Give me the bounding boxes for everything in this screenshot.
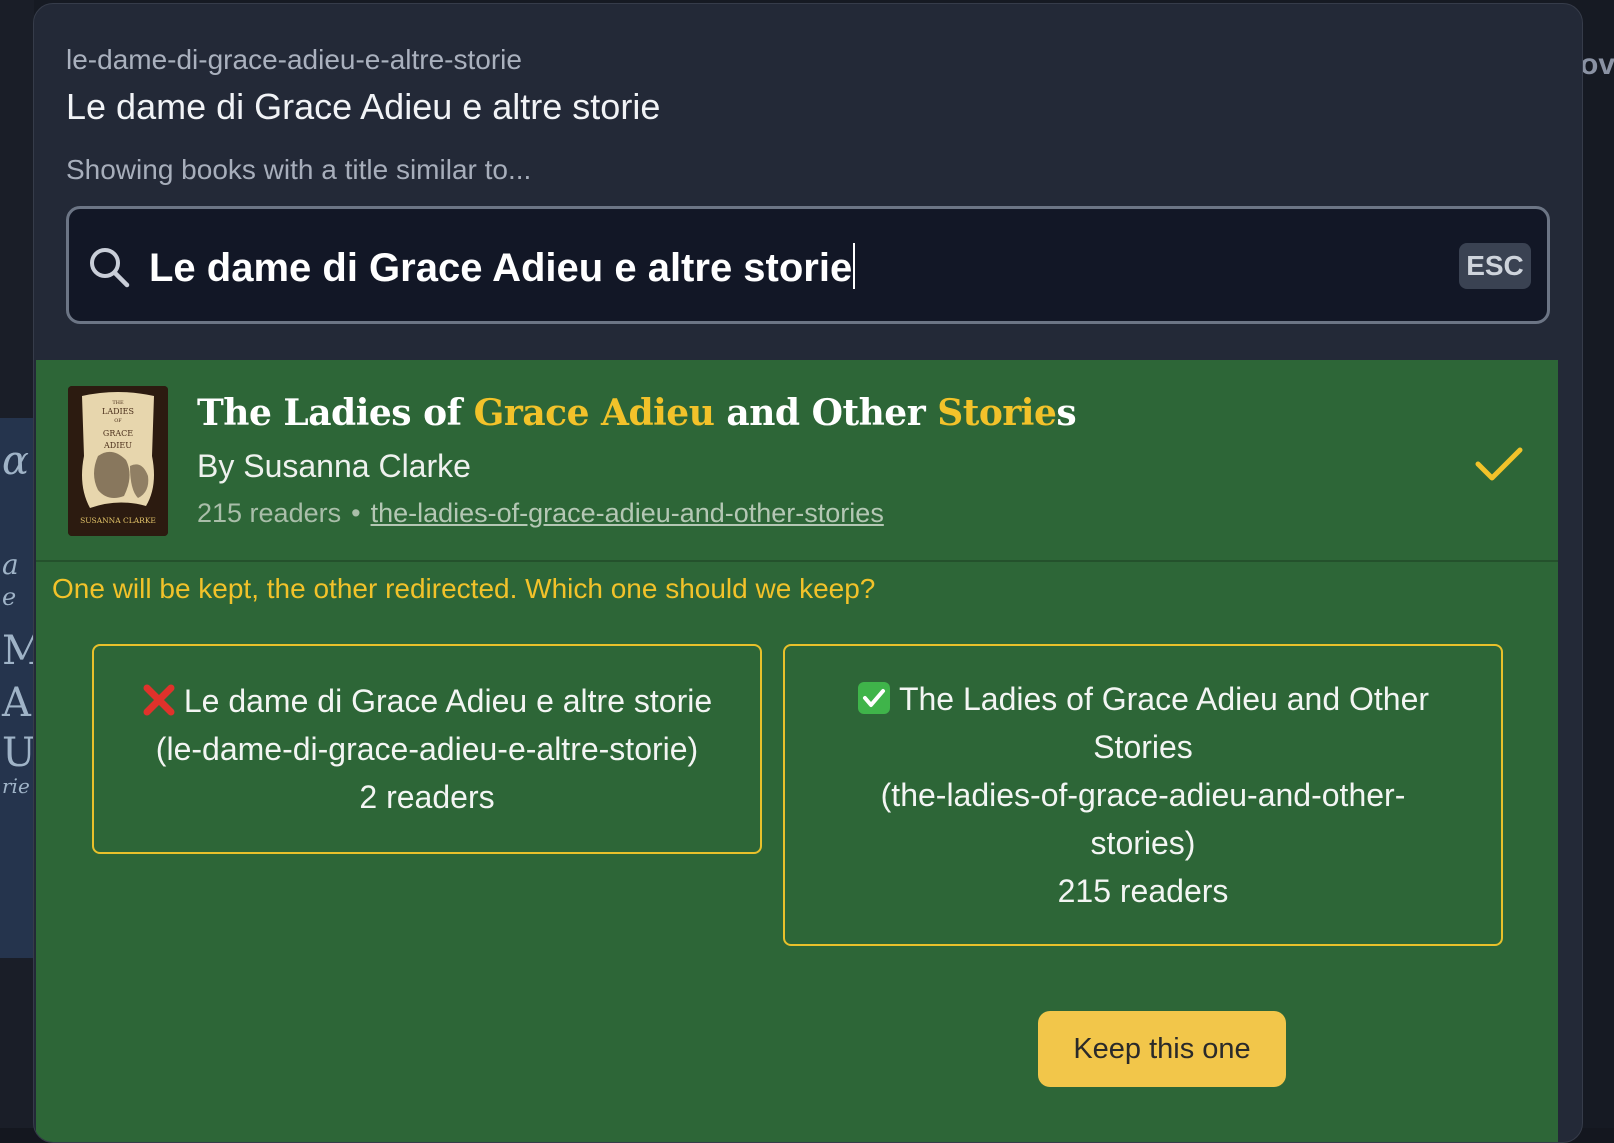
title-part: and Other [714,392,937,434]
choice-title-cont: Stories [1093,723,1193,771]
result-book-author: By Susanna Clarke [197,448,471,485]
checkmark-icon [1474,444,1524,484]
title-match-highlight: Grace Adieu [474,392,715,434]
cover-text-line: ADIEU [103,441,132,450]
cover-glyph: U [2,730,36,776]
title-match-highlight: Storie [937,392,1056,434]
choice-title-line: Le dame di Grace Adieu e altre storie [142,677,712,725]
book-slug-link[interactable]: the-ladies-of-grace-adieu-and-other-stor… [371,498,884,528]
book-cover-art: THE LADIES OF GRACE ADIEU SUSANNA CLARKE [68,386,168,536]
similar-books-label: Showing books with a title similar to... [66,154,531,186]
cover-text-line: LADIES [102,407,134,416]
cover-author: SUSANNA CLARKE [80,516,156,525]
search-field[interactable]: Le dame di Grace Adieu e altre storie ES… [66,206,1550,324]
choice-readers: 215 readers [1058,867,1229,915]
search-result-item[interactable]: THE LADIES OF GRACE ADIEU SUSANNA CLARKE… [36,360,1558,562]
cover-text-line: THE [112,400,124,406]
esc-button[interactable]: ESC [1459,243,1531,289]
source-book-title: Le dame di Grace Adieu e altre storie [66,86,660,128]
cover-text-line: GRACE [103,429,133,438]
keep-question: One will be kept, the other redirected. … [52,573,875,605]
background-partial-text: ov [1580,48,1614,82]
selected-result-panel: THE LADIES OF GRACE ADIEU SUSANNA CLARKE… [36,360,1558,1143]
text-caret [853,243,855,289]
keep-this-one-button[interactable]: Keep this one [1038,1011,1286,1087]
cover-glyph: e [2,583,16,611]
title-part: The Ladies of [197,392,474,434]
choice-title-line: The Ladies of Grace Adieu and Other [857,675,1429,723]
choice-keep-selected[interactable]: The Ladies of Grace Adieu and Other Stor… [783,644,1503,946]
cover-glyph: ɑ [2,438,29,484]
merge-books-modal: le-dame-di-grace-adieu-e-altre-storie Le… [33,3,1583,1143]
choice-title: The Ladies of Grace Adieu and Other [899,681,1429,717]
choice-slug: (le-dame-di-grace-adieu-e-altre-storie) [156,725,698,773]
search-input[interactable]: Le dame di Grace Adieu e altre storie [149,243,855,291]
result-book-meta: 215 readers • the-ladies-of-grace-adieu-an… [197,498,884,529]
choice-keep-original[interactable]: Le dame di Grace Adieu e altre storie (l… [92,644,762,854]
cover-text-line: OF [114,418,122,424]
choice-title: Le dame di Grace Adieu e altre storie [184,683,712,719]
readers-count: 215 readers [197,498,341,528]
cover-glyph: a [2,548,19,581]
book-cover-image: THE LADIES OF GRACE ADIEU SUSANNA CLARKE [68,386,168,536]
green-check-icon [857,681,891,715]
choice-slug-cont: stories) [1091,819,1196,867]
result-book-title: The Ladies of Grace Adieu and Other Stor… [197,392,1076,434]
source-book-slug: le-dame-di-grace-adieu-e-altre-storie [66,44,522,76]
cover-glyph: rie [2,774,30,798]
choice-slug: (the-ladies-of-grace-adieu-and-other- [881,771,1406,819]
red-x-icon [142,683,176,717]
choice-readers: 2 readers [359,773,494,821]
background-book-cover-partial: ɑ a e M A U rie [0,418,34,958]
search-icon [87,245,131,289]
search-input-value: Le dame di Grace Adieu e altre storie [149,246,852,290]
title-part: s [1056,392,1076,434]
meta-separator: • [351,498,360,528]
cover-glyph: A [2,680,31,726]
